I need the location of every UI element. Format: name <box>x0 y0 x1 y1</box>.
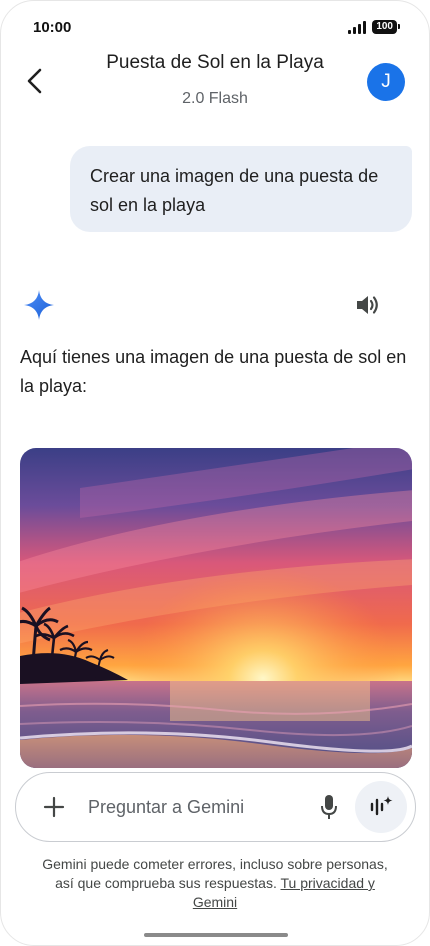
microphone-button[interactable] <box>311 789 347 825</box>
gemini-live-icon <box>370 796 393 816</box>
status-bar: 10:00 100 <box>33 17 400 37</box>
chat-title: Puesta de Sol en la Playa <box>106 52 324 73</box>
disclaimer: Gemini puede cometer errores, incluso so… <box>31 855 399 912</box>
response-text: Aquí tienes una imagen de una puesta de … <box>20 347 407 396</box>
model-selector[interactable]: 2.0 Flash <box>1 90 429 108</box>
phone-screen: 10:00 100 Puesta de Sol en la Playa 2.0 … <box>0 0 430 946</box>
battery-icon: 100 <box>372 20 400 34</box>
user-avatar[interactable]: J <box>367 63 405 101</box>
generated-sunset-image[interactable] <box>20 448 412 768</box>
prompt-input[interactable]: Preguntar a Gemini <box>80 797 311 818</box>
microphone-icon <box>321 795 337 819</box>
home-indicator[interactable] <box>144 933 288 937</box>
plus-icon <box>43 796 65 818</box>
status-icons: 100 <box>348 20 400 34</box>
prompt-input-bar[interactable]: Preguntar a Gemini <box>15 772 416 842</box>
gemini-sparkle-icon <box>24 290 54 320</box>
signal-icon <box>348 20 367 34</box>
status-time: 10:00 <box>33 18 72 36</box>
user-message-bubble: Crear una imagen de una puesta de sol en… <box>70 146 412 232</box>
speaker-icon[interactable] <box>355 293 381 317</box>
gemini-live-button[interactable] <box>355 781 407 833</box>
add-attachment-button[interactable] <box>28 781 80 833</box>
